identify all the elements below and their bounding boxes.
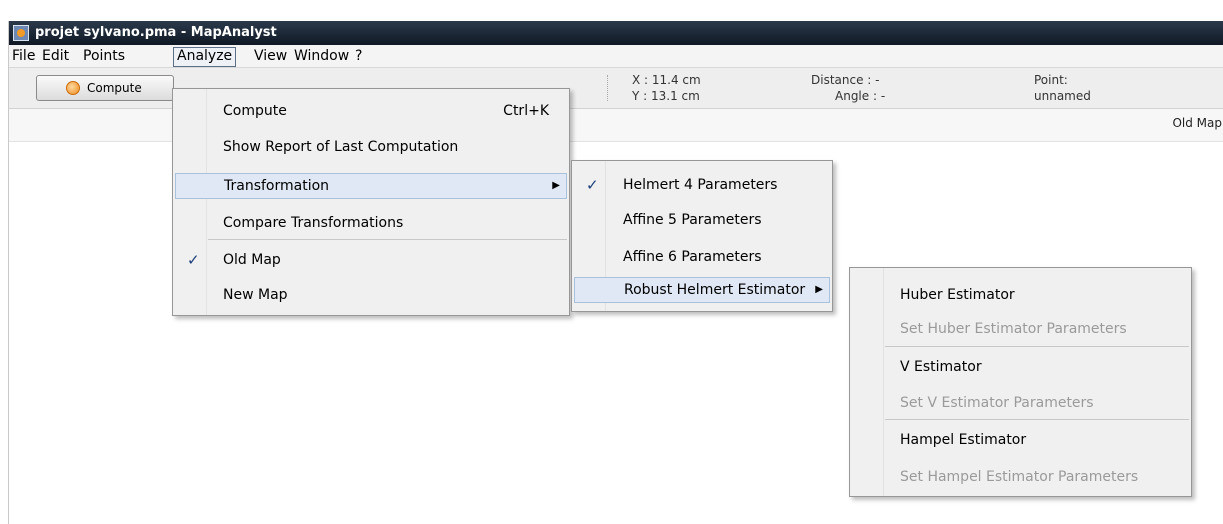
menu-item-helmert-4[interactable]: ✓ Helmert 4 Parameters bbox=[574, 172, 830, 198]
menu-item-hampel-params: Set Hampel Estimator Parameters bbox=[900, 469, 1139, 485]
menu-item-compute[interactable]: Compute Ctrl+K bbox=[175, 98, 567, 124]
menu-item-new-map[interactable]: New Map bbox=[175, 282, 567, 308]
window-title: projet sylvano.pma - MapAnalyst bbox=[35, 25, 277, 40]
menu-points[interactable]: Points bbox=[80, 47, 128, 65]
shortcut-label: Ctrl+K bbox=[503, 103, 549, 119]
compute-button[interactable]: Compute bbox=[36, 75, 174, 101]
menu-item-huber[interactable]: Huber Estimator bbox=[852, 282, 1189, 308]
robust-estimator-submenu: Huber Estimator Set Huber Estimator Para… bbox=[849, 267, 1192, 497]
menu-item-robust-helmert[interactable]: Robust Helmert Estimator ▶ bbox=[574, 277, 830, 303]
menu-edit[interactable]: Edit bbox=[39, 47, 72, 65]
old-map-label: Old Map bbox=[1172, 116, 1222, 130]
angle-readout: Angle : - bbox=[835, 89, 886, 103]
x-coordinate: X : 11.4 cm bbox=[632, 73, 701, 87]
compute-icon bbox=[66, 81, 80, 95]
menu-analyze[interactable]: Analyze bbox=[173, 47, 237, 67]
menu-help[interactable]: ? bbox=[352, 47, 365, 65]
menu-window[interactable]: Window bbox=[291, 47, 352, 65]
menu-item-v-estimator[interactable]: V Estimator bbox=[852, 354, 1189, 380]
menu-separator bbox=[208, 239, 567, 240]
y-coordinate: Y : 13.1 cm bbox=[632, 89, 700, 103]
menu-view[interactable]: View bbox=[251, 47, 290, 65]
point-label: Point: bbox=[1034, 73, 1068, 87]
menu-item-transformation[interactable]: Transformation ▶ bbox=[175, 173, 567, 199]
checkmark-icon: ✓ bbox=[187, 251, 200, 269]
menu-item-show-report[interactable]: Show Report of Last Computation bbox=[175, 134, 567, 160]
menu-item-affine-6[interactable]: Affine 6 Parameters bbox=[574, 244, 830, 270]
point-value: unnamed bbox=[1034, 89, 1091, 103]
menu-bar: File Edit Points Analyze View Window ? bbox=[9, 45, 1223, 68]
menu-file[interactable]: File bbox=[9, 47, 38, 65]
analyze-menu: Compute Ctrl+K Show Report of Last Compu… bbox=[172, 88, 570, 316]
submenu-arrow-icon: ▶ bbox=[815, 284, 823, 295]
menu-separator bbox=[885, 346, 1189, 347]
menu-item-old-map[interactable]: ✓ Old Map bbox=[175, 247, 567, 273]
checkmark-icon: ✓ bbox=[586, 176, 599, 194]
menu-item-affine-5[interactable]: Affine 5 Parameters bbox=[574, 207, 830, 233]
menu-item-hampel[interactable]: Hampel Estimator bbox=[852, 427, 1189, 453]
menu-item-v-params: Set V Estimator Parameters bbox=[900, 395, 1094, 411]
menu-separator bbox=[885, 419, 1189, 420]
java-app-icon bbox=[13, 25, 29, 41]
toolbar-separator bbox=[607, 75, 608, 101]
compute-button-label: Compute bbox=[87, 81, 142, 95]
submenu-arrow-icon: ▶ bbox=[552, 180, 560, 191]
menu-item-huber-params: Set Huber Estimator Parameters bbox=[900, 321, 1127, 337]
menu-item-compare-transformations[interactable]: Compare Transformations bbox=[175, 210, 567, 236]
title-bar[interactable]: projet sylvano.pma - MapAnalyst bbox=[9, 21, 1223, 45]
distance-readout: Distance : - bbox=[811, 73, 880, 87]
transformation-submenu: ✓ Helmert 4 Parameters Affine 5 Paramete… bbox=[571, 160, 833, 312]
